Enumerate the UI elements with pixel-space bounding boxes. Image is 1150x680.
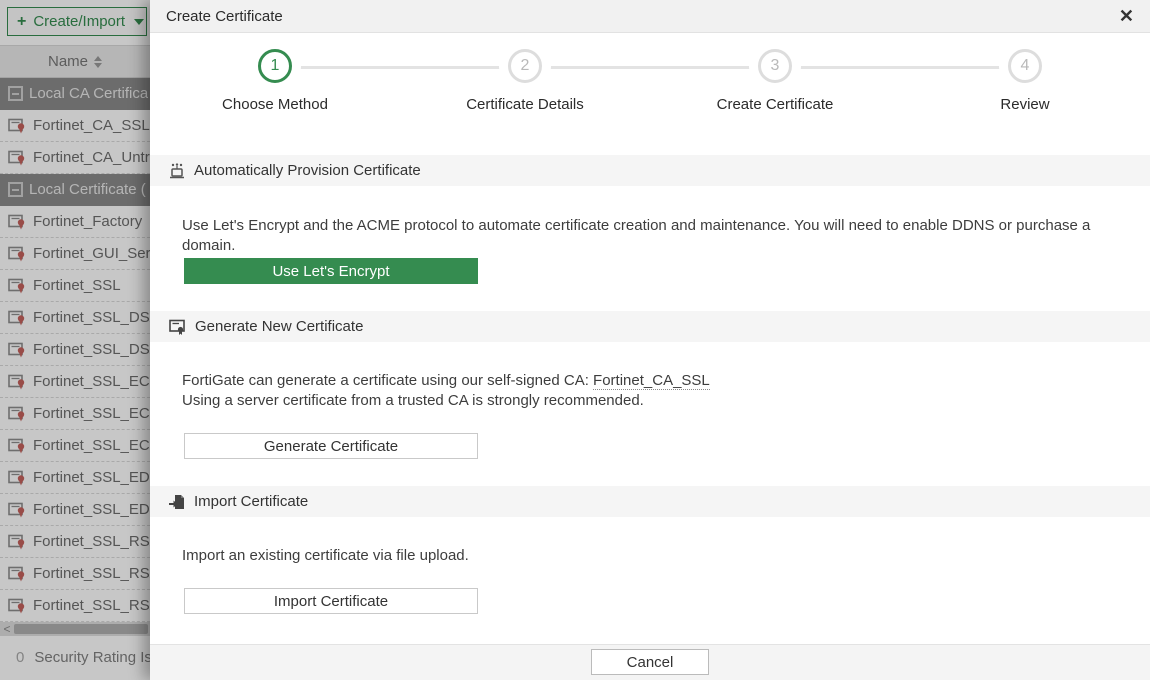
step-number: 2 (508, 49, 542, 83)
section-generate-title: Generate New Certificate (195, 318, 363, 335)
import-file-icon (169, 494, 185, 510)
create-certificate-modal: Create Certificate ✕ 1 Choose Method 2 Cert… (150, 0, 1150, 680)
step-number: 1 (258, 49, 292, 83)
certificates-page-background: + Create/Import Name Local CA CertificaF… (0, 0, 150, 680)
section-generate-header: Generate New Certificate (150, 311, 1150, 342)
section-provision-header: Automatically Provision Certificate (150, 155, 1150, 186)
wizard-step-4: 4 Review (900, 33, 1150, 133)
section-provision-title: Automatically Provision Certificate (194, 162, 421, 179)
wizard-stepper: 1 Choose Method 2 Certificate Details 3 Creat… (150, 33, 1150, 133)
step-number: 4 (1008, 49, 1042, 83)
step-label: Choose Method (150, 96, 400, 113)
cancel-button[interactable]: Cancel (591, 649, 709, 675)
modal-title: Create Certificate (166, 8, 283, 25)
generate-description: FortiGate can generate a certificate usi… (182, 371, 1136, 410)
fortinet-ca-ssl-link[interactable]: Fortinet_CA_SSL (593, 372, 710, 390)
step-label: Create Certificate (650, 96, 900, 113)
use-lets-encrypt-button[interactable]: Use Let's Encrypt (184, 258, 478, 284)
step-number: 3 (758, 49, 792, 83)
certificate-seal-icon (169, 319, 186, 335)
generate-line1-text: FortiGate can generate a certificate usi… (182, 372, 593, 389)
wizard-step-3: 3 Create Certificate (650, 33, 900, 133)
modal-footer: Cancel (150, 644, 1150, 680)
section-import-title: Import Certificate (194, 493, 308, 510)
wizard-step-1: 1 Choose Method (150, 33, 400, 133)
import-description: Import an existing certificate via file … (182, 546, 1136, 566)
import-certificate-button[interactable]: Import Certificate (184, 588, 478, 614)
section-import-header: Import Certificate (150, 486, 1150, 517)
wizard-step-2: 2 Certificate Details (400, 33, 650, 133)
step-label: Review (900, 96, 1150, 113)
automation-robot-icon (169, 163, 185, 179)
modal-header: Create Certificate ✕ (150, 0, 1150, 33)
step-label: Certificate Details (400, 96, 650, 113)
generate-certificate-button[interactable]: Generate Certificate (184, 433, 478, 459)
close-icon[interactable]: ✕ (1119, 7, 1134, 25)
provision-description: Use Let's Encrypt and the ACME protocol … (182, 216, 1136, 255)
modal-dim-overlay (0, 0, 150, 680)
generate-line2-text: Using a server certificate from a truste… (182, 392, 644, 409)
